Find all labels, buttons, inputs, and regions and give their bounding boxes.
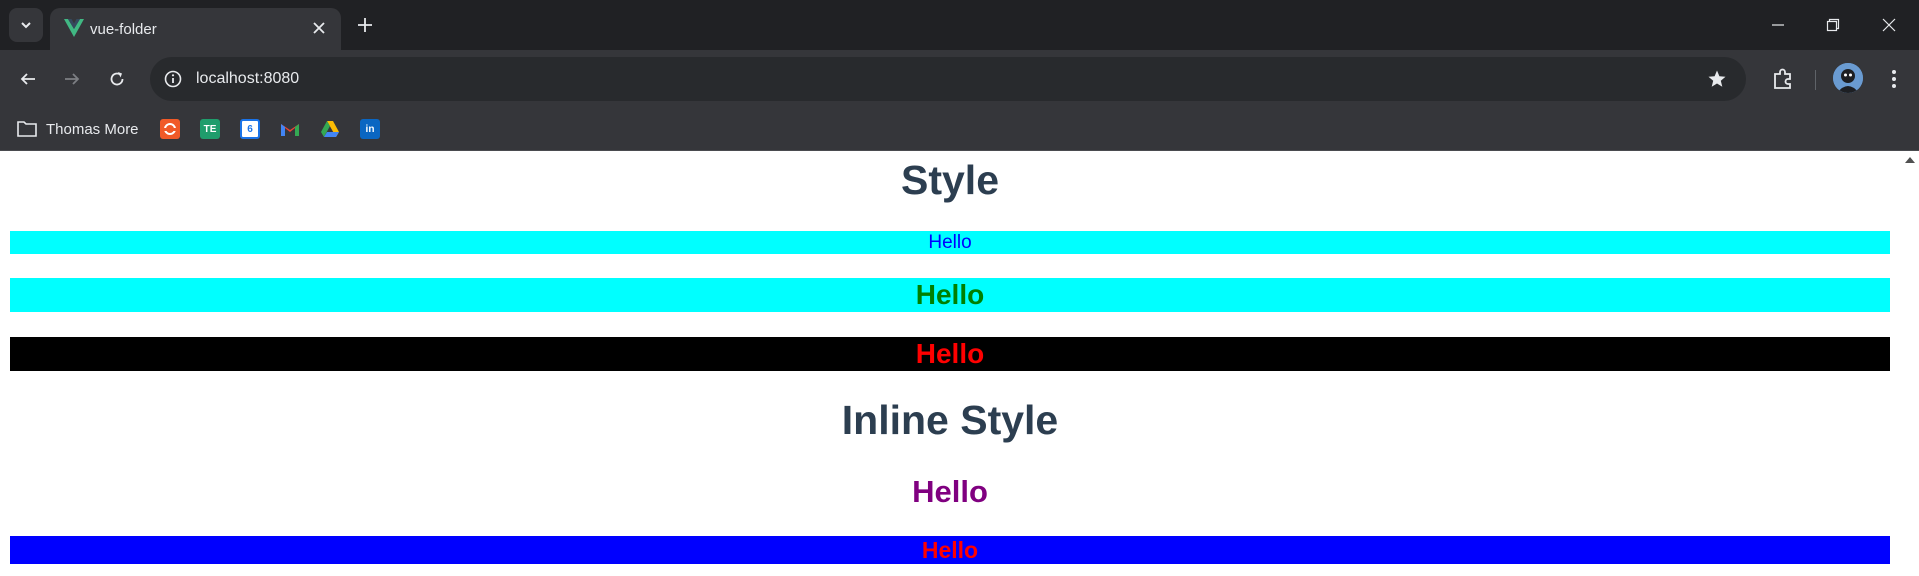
- reload-button[interactable]: [105, 67, 129, 91]
- bookmark-star-icon[interactable]: [1706, 68, 1728, 90]
- gmail-glyph: [281, 124, 299, 136]
- google-drive-icon[interactable]: [320, 119, 340, 139]
- chevron-down-icon: [21, 22, 31, 29]
- bookmarks-bar: Thomas More TE 6 in: [0, 108, 1919, 151]
- gmail-icon[interactable]: [280, 119, 300, 139]
- site-info-icon[interactable]: [162, 68, 184, 90]
- hello-row-2: Hello: [10, 278, 1890, 312]
- extensions-puzzle-icon[interactable]: [1770, 66, 1796, 92]
- forward-button[interactable]: [60, 67, 84, 91]
- address-bar[interactable]: localhost:8080: [150, 57, 1746, 101]
- scroll-up-arrow-icon[interactable]: [1905, 157, 1915, 163]
- profile-avatar[interactable]: [1833, 63, 1863, 93]
- minimize-icon: [1772, 24, 1784, 26]
- drive-glyph: [321, 121, 339, 137]
- calendar-day-text: 6: [247, 123, 253, 135]
- arrow-left-icon: [20, 73, 35, 85]
- close-window-button[interactable]: [1878, 14, 1900, 36]
- minimize-button[interactable]: [1767, 14, 1789, 36]
- vue-logo-icon: [64, 19, 84, 37]
- heading-inline-style: Inline Style: [841, 397, 1059, 443]
- google-calendar-icon[interactable]: 6: [240, 119, 260, 139]
- bookmark-folder-label: Thomas More: [46, 120, 139, 138]
- toolbar-divider: [1815, 70, 1816, 90]
- active-tab[interactable]: vue-folder: [50, 8, 341, 50]
- bookmark-te-icon[interactable]: TE: [200, 119, 220, 139]
- plus-icon: [358, 18, 372, 32]
- hello-row-1: Hello: [10, 231, 1890, 254]
- url-text[interactable]: localhost:8080: [196, 70, 299, 88]
- linkedin-text: in: [365, 123, 375, 135]
- close-tab-icon[interactable]: [311, 20, 327, 36]
- vertical-scrollbar[interactable]: [1900, 151, 1919, 576]
- bookmark-folder-thomas-more[interactable]: Thomas More: [16, 117, 139, 141]
- new-tab-button[interactable]: [353, 13, 377, 37]
- bookmark-orange-glyph: [164, 123, 176, 135]
- kebab-menu-icon[interactable]: [1882, 67, 1906, 91]
- profile-picture-icon: [1833, 63, 1863, 93]
- hello-row-5: Hello: [10, 536, 1890, 564]
- page-viewport: Style Hello Hello Hello Inline Style Hel…: [0, 151, 1900, 576]
- heading-style: Style: [901, 157, 999, 203]
- bookmark-te-text: TE: [203, 123, 217, 135]
- restore-button[interactable]: [1822, 14, 1844, 36]
- arrow-right-icon: [65, 73, 80, 85]
- close-icon: [1882, 18, 1896, 32]
- title-bar: vue-folder: [0, 0, 1919, 50]
- reload-icon: [110, 72, 124, 86]
- hello-row-4: Hello: [912, 474, 988, 509]
- back-button[interactable]: [16, 67, 40, 91]
- folder-icon: [17, 121, 37, 137]
- bookmark-orange-icon[interactable]: [160, 119, 180, 139]
- tab-search-button[interactable]: [9, 8, 43, 42]
- hello-row-3: Hello: [10, 337, 1890, 371]
- linkedin-icon[interactable]: in: [360, 119, 380, 139]
- browser-toolbar: localhost:8080: [0, 50, 1919, 108]
- restore-icon: [1826, 18, 1840, 32]
- tab-title: vue-folder: [90, 21, 157, 38]
